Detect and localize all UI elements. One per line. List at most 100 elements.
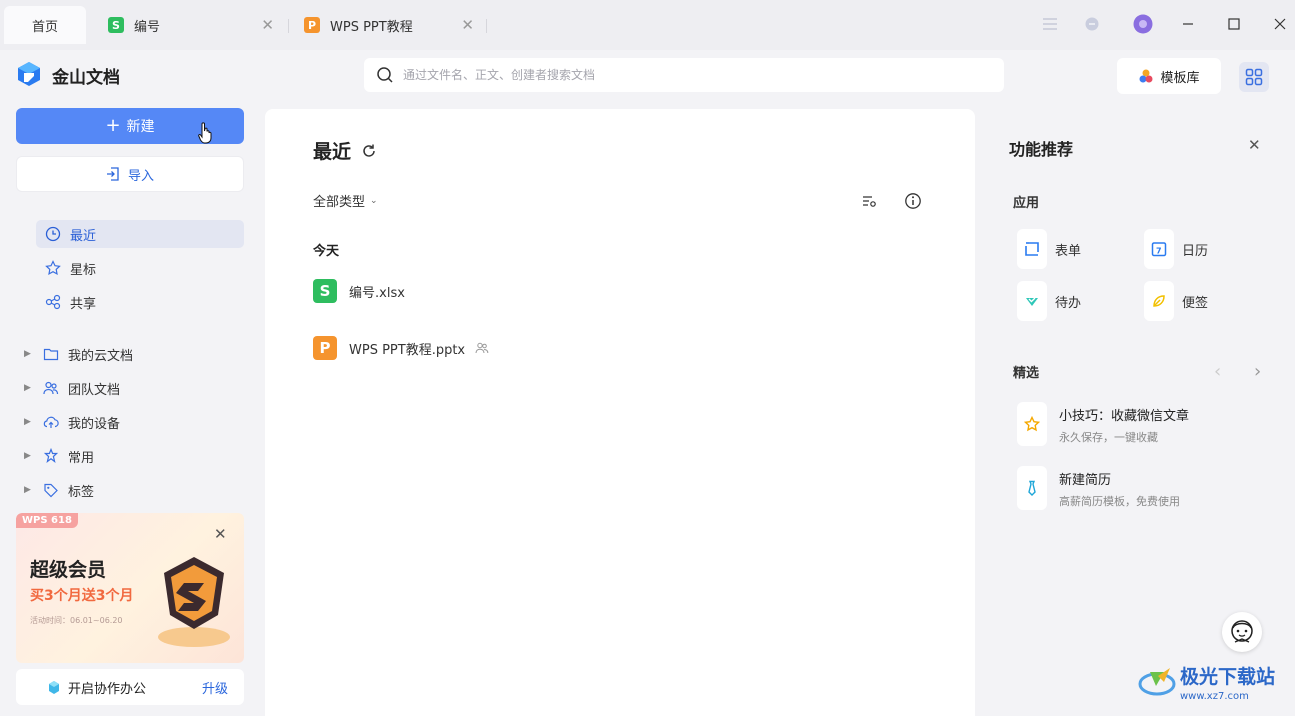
calendar-icon: 7	[1144, 229, 1174, 269]
tab-wps-ppt[interactable]: P WPS PPT教程 ✕	[304, 6, 480, 44]
tab-home-label: 首页	[31, 19, 58, 35]
info-icon[interactable]	[903, 191, 923, 211]
list-settings-icon[interactable]	[859, 191, 879, 211]
folder-icon	[42, 345, 60, 363]
app-name: 金山文档	[52, 67, 120, 88]
sidebar-item-label: 我的云文档	[68, 348, 134, 364]
clock-icon	[44, 225, 62, 243]
app-sticky-note[interactable]: 便签	[1144, 281, 1208, 321]
type-filter-dropdown[interactable]: 全部类型 ⌄	[313, 191, 378, 210]
shared-users-icon	[475, 342, 489, 354]
watermark-text: 极光下载站	[1180, 666, 1276, 688]
collaboration-bar[interactable]: 开启协作办公 升级	[16, 669, 244, 705]
featured-item-wechat-tips[interactable]: 小技巧：收藏微信文章 永久保存，一键收藏	[1017, 402, 1189, 446]
star-icon	[44, 259, 62, 277]
presentation-icon: P	[313, 336, 337, 360]
sidebar-item-my-devices[interactable]: ▶ 我的设备	[24, 408, 244, 436]
sidebar-item-my-cloud-docs[interactable]: ▶ 我的云文档	[24, 340, 244, 368]
vip-promo-banner[interactable]: WPS 618 ✕ 超级会员 买3个月送3个月 活动时间：06.01~06.20	[16, 513, 244, 663]
sidebar-item-team-docs[interactable]: ▶ 团队文档	[24, 374, 244, 402]
collaboration-icon	[49, 681, 59, 694]
sidebar-item-starred[interactable]: 星标	[36, 254, 244, 282]
apps-section-title: 应用	[1013, 196, 1040, 211]
import-button[interactable]: 导入	[16, 156, 244, 192]
promo-badge: WPS 618	[16, 513, 78, 528]
template-library-button[interactable]: 模板库	[1117, 58, 1221, 94]
featured-subtitle: 永久保存，一键收藏	[1059, 431, 1158, 444]
grid-icon	[1245, 68, 1263, 86]
tab-separator	[288, 19, 289, 33]
vip-shield-icon	[158, 557, 230, 647]
new-label: 新建	[126, 119, 155, 135]
next-arrow-icon[interactable]: ›	[1254, 361, 1261, 382]
chevron-down-icon: ⌄	[370, 195, 378, 206]
app-label: 表单	[1055, 243, 1082, 259]
app-form[interactable]: 表单	[1017, 229, 1081, 269]
star-icon	[1017, 402, 1047, 446]
featured-item-new-resume[interactable]: 新建简历 高薪简历模板，免费使用	[1017, 466, 1180, 510]
new-button[interactable]: + 新建	[16, 108, 244, 144]
sidebar-item-tags[interactable]: ▶ 标签	[24, 476, 244, 504]
app-calendar[interactable]: 7 日历	[1144, 229, 1208, 269]
import-icon	[106, 167, 119, 181]
expand-arrow-icon[interactable]: ▶	[24, 485, 36, 495]
avatar[interactable]	[1131, 12, 1155, 36]
search-input[interactable]	[403, 68, 963, 82]
featured-subtitle: 高薪简历模板，免费使用	[1059, 495, 1180, 508]
spreadsheet-icon: S	[313, 279, 337, 303]
sidebar-item-recent[interactable]: 最近	[36, 220, 244, 248]
app-logo[interactable]: 金山文档	[16, 60, 120, 90]
sidebar-item-shared[interactable]: 共享	[36, 288, 244, 316]
minimize-icon[interactable]	[1176, 12, 1200, 36]
tab-bianhao[interactable]: S 编号 ✕	[104, 6, 280, 44]
sidebar-item-label: 共享	[70, 296, 97, 312]
menu-icon[interactable]	[1038, 12, 1062, 36]
kingsoft-docs-logo-icon	[18, 62, 40, 86]
sidebar-item-frequent[interactable]: ▶ 常用	[24, 442, 244, 470]
expand-arrow-icon[interactable]: ▶	[24, 349, 36, 359]
close-window-icon[interactable]	[1268, 12, 1292, 36]
grid-view-button[interactable]	[1239, 62, 1269, 92]
sidebar-item-label: 星标	[70, 262, 97, 278]
featured-title: 新建简历	[1059, 473, 1112, 488]
assistant-mascot-icon[interactable]	[1222, 612, 1262, 652]
search-bar[interactable]	[364, 58, 1004, 92]
file-row[interactable]: S 编号.xlsx	[313, 279, 405, 303]
file-row[interactable]: P WPS PPT教程.pptx	[313, 336, 489, 360]
panel-title: 功能推荐	[1009, 140, 1074, 159]
upgrade-link[interactable]: 升级	[202, 678, 228, 697]
svg-text:7: 7	[1156, 247, 1162, 256]
cloud-upload-icon	[42, 413, 60, 431]
close-panel-icon[interactable]: ✕	[1248, 136, 1261, 154]
promo-time: 活动时间：06.01~06.20	[30, 616, 123, 625]
tab-wps-ppt-label: WPS PPT教程	[330, 19, 413, 35]
tab-bar: 首页 S 编号 ✕ P WPS PPT教程 ✕	[0, 0, 1295, 50]
prev-arrow-icon[interactable]: ‹	[1214, 361, 1221, 382]
main-panel: 最近 全部类型 ⌄ 今天 S 编号.xlsx P WPS PPT教程.pptx	[265, 109, 975, 716]
expand-arrow-icon[interactable]: ▶	[24, 451, 36, 461]
refresh-icon[interactable]	[361, 143, 377, 159]
share-icon	[44, 293, 62, 311]
tie-icon	[1017, 466, 1047, 510]
tab-home[interactable]: 首页	[4, 6, 86, 44]
import-label: 导入	[127, 168, 154, 184]
sidebar-item-label: 常用	[68, 450, 95, 466]
app-label: 便签	[1182, 295, 1209, 311]
presentation-icon: P	[304, 17, 320, 33]
app-todo[interactable]: 待办	[1017, 281, 1081, 321]
close-promo-icon[interactable]: ✕	[214, 525, 227, 543]
sidebar-item-label: 标签	[68, 484, 95, 500]
plus-icon: +	[105, 115, 121, 136]
watermark-url: www.xz7.com	[1180, 691, 1249, 702]
group-today: 今天	[313, 244, 340, 259]
expand-arrow-icon[interactable]: ▶	[24, 383, 36, 393]
maximize-icon[interactable]	[1222, 12, 1246, 36]
cursor-hand-icon	[198, 122, 212, 144]
message-icon[interactable]	[1080, 12, 1104, 36]
close-tab-icon[interactable]: ✕	[461, 17, 474, 33]
app-label: 待办	[1055, 295, 1082, 311]
file-name: WPS PPT教程.pptx	[349, 342, 466, 358]
expand-arrow-icon[interactable]: ▶	[24, 417, 36, 427]
file-name: 编号.xlsx	[349, 285, 405, 301]
close-tab-icon[interactable]: ✕	[261, 17, 274, 33]
